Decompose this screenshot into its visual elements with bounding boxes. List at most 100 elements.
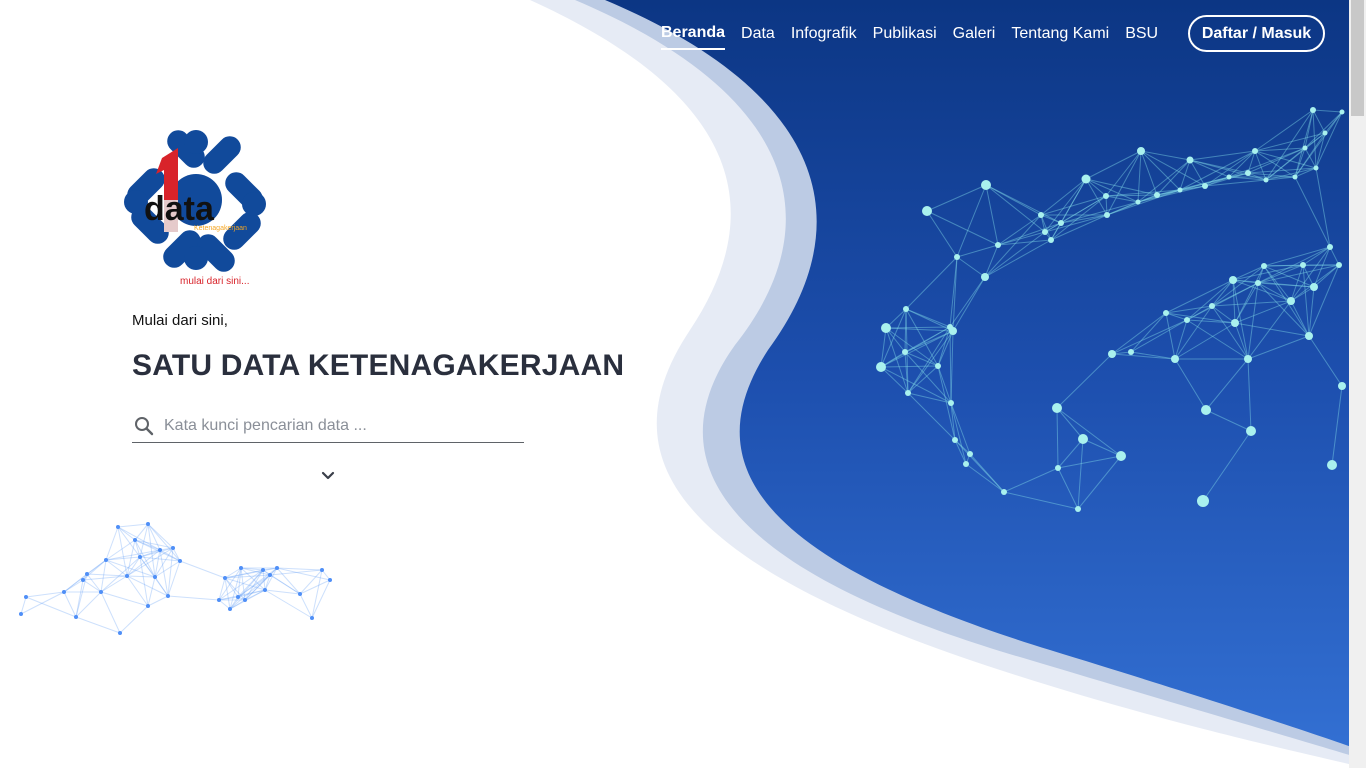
nav-links: Beranda Data Infografik Publikasi Galeri…	[661, 16, 1174, 54]
network-link	[147, 576, 156, 607]
network-link	[299, 579, 331, 595]
network-link	[126, 575, 169, 597]
logo-subtitle: Ketenagakerjaan	[194, 225, 247, 232]
nav-item-data[interactable]: Data	[741, 16, 775, 51]
network-node	[902, 349, 908, 355]
network-node	[1261, 263, 1267, 269]
network-node	[1322, 130, 1328, 136]
nav-item-galeri[interactable]: Galeri	[953, 16, 996, 51]
network-link	[167, 595, 220, 601]
network-node	[1252, 148, 1258, 154]
network-node	[1171, 355, 1179, 363]
network-link	[179, 560, 226, 579]
network-node	[146, 522, 150, 526]
network-node	[1229, 276, 1237, 284]
network-node	[328, 578, 332, 582]
network-link	[269, 569, 323, 576]
network-link	[100, 559, 107, 593]
network-node	[1305, 332, 1313, 340]
network-node	[1300, 262, 1306, 268]
nav-item-bsu[interactable]: BSU	[1125, 16, 1158, 51]
network-node	[954, 254, 960, 260]
network-link	[229, 574, 271, 610]
search-icon[interactable]	[134, 416, 154, 436]
nav-item-tentang-kami[interactable]: Tentang Kami	[1011, 16, 1109, 51]
network-link	[117, 526, 141, 558]
network-node	[1154, 192, 1160, 198]
network-node	[1327, 460, 1337, 470]
page-scrollbar[interactable]	[1349, 0, 1366, 768]
network-node	[243, 598, 247, 602]
scrollbar-thumb[interactable]	[1351, 0, 1364, 116]
network-node	[1128, 349, 1134, 355]
network-node	[310, 616, 314, 620]
logo-emblem: data Ketenagakerjaan mulai dari sini...	[124, 130, 266, 287]
network-node	[1048, 237, 1054, 243]
network-node	[24, 595, 28, 599]
network-link	[117, 526, 128, 577]
network-node	[1336, 262, 1342, 268]
network-node	[963, 461, 969, 467]
network-node	[1327, 244, 1333, 250]
search-bar	[132, 412, 524, 443]
network-node	[275, 566, 279, 570]
network-node	[268, 573, 272, 577]
network-node	[1116, 451, 1126, 461]
network-node	[81, 578, 85, 582]
hero-title: SATU DATA KETENAGAKERJAAN	[132, 349, 625, 382]
chevron-down-icon[interactable]	[320, 469, 336, 483]
network-node	[239, 566, 243, 570]
network-node	[1042, 229, 1048, 235]
network-node	[1137, 147, 1145, 155]
network-node	[104, 558, 108, 562]
network-node	[1209, 303, 1215, 309]
network-node	[922, 206, 932, 216]
satu-data-logo: data Ketenagakerjaan mulai dari sini...	[122, 128, 270, 290]
network-node	[153, 575, 157, 579]
network-node	[1055, 465, 1061, 471]
network-link	[147, 595, 169, 607]
network-node	[74, 615, 78, 619]
network-node	[133, 538, 137, 542]
network-node	[1313, 165, 1319, 171]
network-node	[263, 588, 267, 592]
network-node	[876, 362, 886, 372]
network-node	[158, 548, 162, 552]
network-node	[995, 242, 1001, 248]
network-link	[126, 575, 156, 578]
nav-item-publikasi[interactable]: Publikasi	[873, 16, 937, 51]
network-node	[981, 180, 991, 190]
network-node	[1202, 183, 1208, 189]
network-node	[118, 631, 122, 635]
hero-background	[19, 0, 1366, 768]
network-node	[1255, 280, 1261, 286]
network-node	[1001, 489, 1007, 495]
network-node	[1310, 283, 1318, 291]
network-node	[1058, 220, 1064, 226]
network-node	[952, 437, 958, 443]
network-node	[116, 525, 120, 529]
network-node	[298, 592, 302, 596]
network-node	[1244, 355, 1252, 363]
network-link	[105, 559, 128, 577]
network-node	[1081, 174, 1091, 184]
network-link	[105, 526, 119, 561]
login-register-button[interactable]: Daftar / Masuk	[1188, 15, 1325, 52]
nav-item-infografik[interactable]: Infografik	[791, 16, 857, 51]
network-node	[228, 607, 232, 611]
network-node	[223, 576, 227, 580]
search-input[interactable]	[164, 414, 514, 438]
network-node	[320, 568, 324, 572]
network-node	[949, 327, 957, 335]
network-link	[105, 556, 141, 561]
network-link	[264, 567, 278, 591]
nav-item-beranda[interactable]: Beranda	[661, 16, 726, 50]
network-graphic-left	[19, 522, 332, 635]
network-node	[1226, 174, 1232, 180]
network-node	[1052, 403, 1062, 413]
logo-slogan: mulai dari sini...	[180, 276, 249, 287]
network-node	[948, 400, 954, 406]
top-navigation: Beranda Data Infografik Publikasi Galeri…	[0, 0, 1349, 70]
network-link	[86, 573, 102, 593]
network-node	[981, 273, 989, 281]
